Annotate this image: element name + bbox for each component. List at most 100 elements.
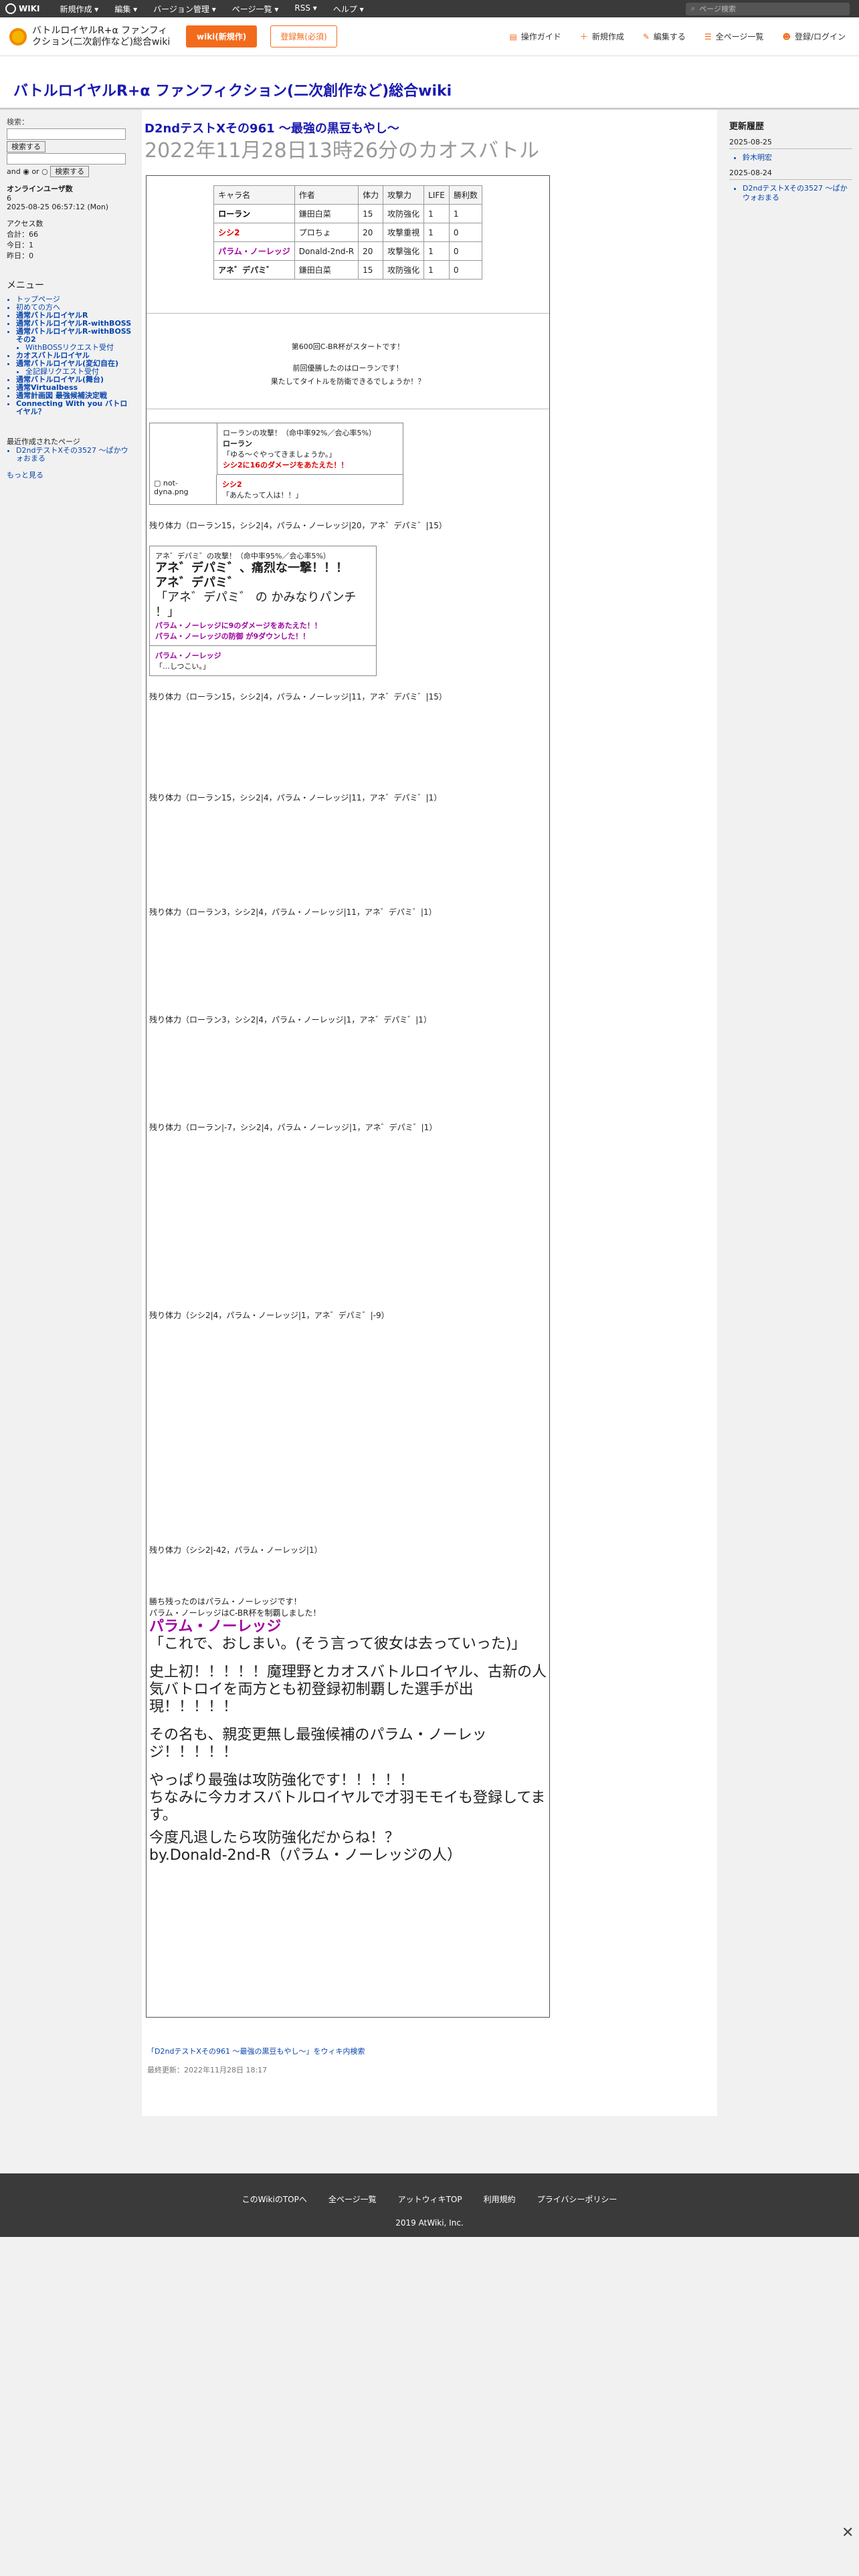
or-label: or [31, 167, 39, 176]
battle-box: ローランの攻撃！（命中率92%／会心率5%） ローラン 「ゆる～ぐやってきましょ… [149, 423, 403, 505]
table-cell: 1 [423, 260, 450, 280]
page-title-bar: バトルロイヤルR+α ファンフィクション(二次創作など)総合wiki [0, 56, 859, 110]
datetime: 2025-08-25 06:57:12 (Mon) [7, 203, 109, 211]
history-item[interactable]: 鈴木明宏 [743, 153, 852, 163]
pencil-icon: ✎ [642, 32, 650, 41]
new-page-link[interactable]: ＋新規作成 [580, 31, 624, 42]
login-link[interactable]: ☻ 登録/ログイン [782, 31, 846, 42]
table-cell: 1 [423, 241, 450, 261]
table-cell: 攻撃強化 [383, 241, 425, 261]
table-cell: 攻撃重視 [383, 223, 425, 242]
more-link[interactable]: もっと見る [7, 471, 43, 479]
page-search[interactable]: ⌕ ページ検索 [686, 2, 850, 15]
wiki-search-link[interactable]: 「D2ndテストXその961 ～最強の黒豆もやし～」をウィキ内検索 [147, 2047, 365, 2056]
table-row: ローラン 鎌田白菜 15 攻防強化 1 1 [213, 204, 482, 223]
status-line: 残り体力（ローラン15，シシ2|4，パラム・ノーレッジ|11，アネ゛デパミ゛|1… [149, 692, 447, 702]
logo-text: WIKI [19, 4, 40, 13]
status-line: 残り体力（ローラン15，シシ2|4，パラム・ノーレッジ|11，アネ゛デパミ゛|1… [149, 793, 442, 802]
history-date: 2025-08-24 [729, 167, 852, 180]
table-cell: 1 [423, 223, 450, 242]
table-cell: 攻防強化 [383, 204, 425, 223]
close-icon[interactable]: ✕ [842, 2525, 854, 2541]
recent-item[interactable]: D2ndテストXその3527 ～ぱかウォおまる [16, 447, 134, 463]
sidebar-item[interactable]: 通常バトルロイヤルR-withBOSSその2 [16, 328, 134, 344]
sidebar-search-input[interactable] [7, 128, 126, 140]
access-today: 今日：1 [7, 241, 33, 249]
sidebar-search-input-2[interactable] [7, 153, 126, 165]
table-cell: Donald-2nd-R [294, 241, 359, 261]
battle-line: アネ゛デパミ゛、痛烈な一撃！！！ [155, 561, 348, 575]
page-title[interactable]: バトルロイヤルR+α ファンフィクション(二次創作など)総合wiki [13, 79, 452, 100]
or-radio[interactable]: ○ [41, 167, 48, 176]
status-line: 残り体力（シシ2|-42，パラム・ノーレッジ|1） [149, 1545, 322, 1555]
users-icon: ☻ [782, 32, 791, 41]
footer-link[interactable]: プライバシーポリシー [537, 2193, 617, 2205]
table-cell: 15 [358, 204, 384, 223]
table-cell: 鎌田白菜 [294, 204, 359, 223]
footer-link[interactable]: このWikiのTOPへ [242, 2193, 307, 2205]
atwiki-logo[interactable]: WIKI [5, 3, 39, 14]
battle-quote: 「あんたって人は！！」 [222, 491, 303, 500]
list-icon: ☰ [704, 32, 712, 41]
footer-link[interactable]: アットウィキTOP [398, 2193, 462, 2205]
table-header: 攻撃力 [383, 185, 425, 205]
table-cell: プロちょ [294, 223, 359, 242]
table-cell: 鎌田白菜 [294, 260, 359, 280]
table-cell: ローラン [213, 204, 295, 223]
and-radio[interactable]: ◉ [23, 167, 29, 176]
menu-title: メニュー [7, 280, 44, 291]
header: バトルロイヤルR+α ファンフィクション(二次創作など)総合wiki wiki(… [0, 17, 859, 56]
edit-link[interactable]: ✎ 編集する [643, 31, 686, 42]
status-line: 残り体力（ローラン3，シシ2|4，パラム・ノーレッジ|11，アネ゛デパミ゛|1） [149, 907, 437, 917]
footer-link[interactable]: 全ページ一覧 [328, 2193, 377, 2205]
search-placeholder: ページ検索 [699, 5, 736, 13]
create-wiki-button[interactable]: wiki(新規作) [186, 25, 258, 47]
battle-reply-row: パラム・ノーレッジ 「…しつこい。」 [150, 646, 376, 675]
top-menu: 新規作成 ▾ 編集 ▾ バージョン管理 ▾ ページ一覧 ▾ RSS ▾ ヘルプ … [52, 3, 371, 15]
logo-icon [5, 3, 16, 14]
sidebar-search-button[interactable]: 検索する [7, 141, 45, 152]
table-header: 作者 [294, 185, 359, 205]
table-cell: 攻防強化 [383, 260, 425, 280]
all-pages-link[interactable]: ☰ 全ページ一覧 [704, 31, 764, 42]
menu-pages[interactable]: ページ一覧 ▾ [224, 3, 287, 15]
final-line: 勝ち残ったのはパラム・ノーレッジです！ [149, 1597, 302, 1606]
battle-result: シシ2に16のダメージをあたえた！！ [223, 461, 349, 469]
battle-quote: 「ゆる～ぐやってきましょうか。」 [223, 450, 337, 459]
table-cell: 15 [358, 260, 384, 280]
footer-link[interactable]: 利用規約 [484, 2193, 516, 2205]
sidebar-item[interactable]: Connecting With you バトロイヤル？ [16, 400, 134, 416]
table-cell: 1 [448, 204, 482, 223]
battle-speaker: パラム・ノーレッジ [155, 651, 221, 660]
history-list: 鈴木明宏 [743, 153, 852, 163]
menu-new[interactable]: 新規作成 ▾ [52, 3, 106, 15]
menu-edit[interactable]: 編集 ▾ [106, 3, 145, 15]
battle-quote: 「アネ゛デパミ゛ の かみなりパンチ ！」 [155, 591, 357, 619]
battle-quote: 「…しつこい。」 [155, 662, 210, 671]
menu-help[interactable]: ヘルプ ▾ [325, 3, 372, 15]
final-line: やっぱり最強は攻防強化です！！！！！ [149, 1772, 415, 1789]
table-cell: パラム・ノーレッジ [213, 241, 295, 261]
menu-version[interactable]: バージョン管理 ▾ [145, 3, 224, 15]
table-row: アネ゛デパミ゛ 鎌田白菜 15 攻防強化 1 0 [213, 260, 482, 280]
sidebar-search-button-2[interactable]: 検索する [50, 166, 90, 177]
search-icon: ⌕ [691, 4, 696, 13]
register-button[interactable]: 登録無(必須) [270, 25, 337, 47]
history-date: 2025-08-25 [729, 136, 852, 149]
book-icon: ▤ [509, 32, 517, 41]
access-yesterday: 昨日：0 [7, 251, 33, 260]
table-cell: 0 [448, 223, 482, 242]
guide-link[interactable]: ▤ 操作ガイド [509, 31, 561, 42]
battle-result: パラム・ノーレッジに9のダメージをあたえた！！ [155, 621, 322, 630]
history-item[interactable]: D2ndテストXその3527 ～ぱかウォおまる [743, 184, 852, 203]
final-line: ちなみに今カオスバトルロイヤルで才羽モモイも登録してます。 [149, 1790, 546, 1824]
final-line: 史上初！！！！！魔理野とカオスバトルロイヤル、古新の人気バトロイを両方とも初登録… [149, 1664, 547, 1715]
wiki-logo[interactable]: バトルロイヤルR+α ファンフィクション(二次創作など)総合wiki [9, 25, 173, 48]
battle-speaker: アネ゛デパミ゛ [155, 576, 240, 590]
table-cell: 20 [358, 241, 384, 261]
recent-list: D2ndテストXその3527 ～ぱかウォおまる [16, 447, 134, 463]
footer-links: このWikiのTOPへ 全ページ一覧 アットウィキTOP 利用規約 プライバシー… [0, 2193, 859, 2205]
menu-rss[interactable]: RSS ▾ [286, 3, 324, 15]
table-cell: アネ゛デパミ゛ [213, 260, 295, 280]
article-subtitle: 2022年11月28日13時26分のカオスバトル [145, 139, 539, 163]
